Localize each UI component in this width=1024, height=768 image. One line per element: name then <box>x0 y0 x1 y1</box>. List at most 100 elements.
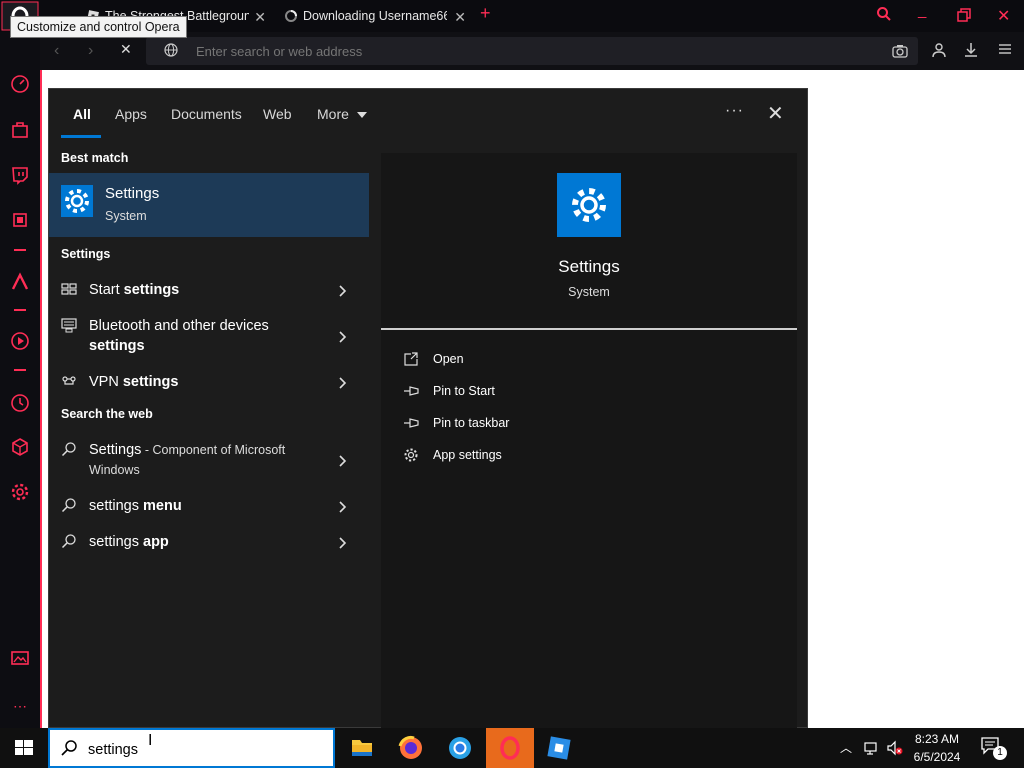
preview-divider <box>381 328 797 330</box>
twitch-icon[interactable] <box>10 165 30 185</box>
active-tab-indicator <box>61 135 101 138</box>
profile-icon[interactable] <box>932 42 946 58</box>
taskbar-opera-gx[interactable] <box>486 728 534 768</box>
action-open[interactable]: Open <box>403 349 703 369</box>
taskbar-roblox-studio[interactable] <box>535 728 583 768</box>
chevron-right-icon[interactable] <box>337 285 349 297</box>
new-tab-button[interactable]: + <box>480 4 491 22</box>
list-item-vpn-settings[interactable]: VPN settings <box>49 373 369 393</box>
caret-down-icon <box>356 112 367 118</box>
speed-dial-icon[interactable] <box>10 74 30 94</box>
tab-apps[interactable]: Apps <box>115 106 147 122</box>
open-icon <box>404 352 418 366</box>
history-icon[interactable] <box>10 393 30 413</box>
action-label: App settings <box>433 448 502 462</box>
taskbar-search-box[interactable]: I <box>48 728 335 768</box>
action-label: Open <box>433 352 464 366</box>
close-search-button[interactable]: ✕ <box>767 101 784 126</box>
windows-search-panel: All Apps Documents Web More ··· ✕ Best m… <box>48 88 808 729</box>
list-item-settings-app[interactable]: settings app <box>49 533 369 553</box>
camera-icon[interactable] <box>892 44 908 58</box>
best-match-name: Settings <box>105 185 160 202</box>
search-icon <box>61 498 76 513</box>
search-icon <box>61 442 76 457</box>
volume-muted-icon[interactable] <box>886 740 904 756</box>
list-item-label: VPN settings <box>89 374 179 390</box>
chevron-right-icon[interactable] <box>337 331 349 343</box>
result-preview-pane: Settings System Open Pin to Start Pin to… <box>381 153 797 729</box>
roblox-studio-icon <box>547 736 571 760</box>
settings-gear-icon[interactable] <box>10 482 30 502</box>
settings-section-header: Settings <box>61 247 111 261</box>
briefcase-icon[interactable] <box>10 120 30 140</box>
show-hidden-icons-button[interactable]: ︿ <box>840 739 852 756</box>
network-icon[interactable] <box>864 740 880 756</box>
address-bar[interactable] <box>146 37 918 65</box>
restore-button[interactable] <box>957 8 971 22</box>
tab-all[interactable]: All <box>73 106 91 122</box>
clock-time[interactable]: 8:23 AM <box>904 732 970 746</box>
action-pin-to-start[interactable]: Pin to Start <box>403 381 703 401</box>
list-item-web-settings[interactable]: Settings - Component of Microsoft Windows <box>49 441 369 481</box>
minimize-button[interactable]: _ <box>918 2 926 19</box>
pin-icon <box>404 386 419 396</box>
tab-close-icon[interactable]: ✕ <box>454 9 466 26</box>
taskbar-file-explorer[interactable] <box>338 728 386 768</box>
aria-icon[interactable] <box>10 272 30 292</box>
tab-downloading[interactable]: Downloading Username666 ✕ <box>284 4 466 28</box>
close-window-button[interactable]: ✕ <box>997 6 1010 26</box>
list-item-bluetooth-settings[interactable]: Bluetooth and other devices settings <box>49 317 369 357</box>
windows-logo-icon <box>15 740 33 755</box>
opera-sidebar: ⋯ <box>0 32 40 728</box>
start-button[interactable] <box>0 728 48 768</box>
search-filter-tabs: All Apps Documents Web More ··· ✕ <box>49 89 807 141</box>
best-match-result[interactable]: Settings System <box>49 173 369 237</box>
firefox-icon <box>398 735 422 759</box>
gx-control-icon[interactable] <box>10 210 30 230</box>
list-item-label: settings app <box>89 534 169 550</box>
file-explorer-icon <box>352 740 372 756</box>
chevron-right-icon[interactable] <box>337 455 349 467</box>
preview-app-type: System <box>568 285 610 299</box>
tab-close-icon[interactable]: ✕ <box>254 9 266 26</box>
action-pin-to-taskbar[interactable]: Pin to taskbar <box>403 413 703 433</box>
tab-documents[interactable]: Documents <box>171 106 242 122</box>
best-match-header: Best match <box>61 151 129 165</box>
tab-more-label: More <box>317 106 349 122</box>
action-label: Pin to taskbar <box>433 416 510 430</box>
forward-button[interactable]: › <box>88 42 93 60</box>
chevron-right-icon[interactable] <box>337 501 349 513</box>
text-cursor-icon: I <box>148 732 153 749</box>
start-settings-icon <box>61 283 77 295</box>
clock-date[interactable]: 6/5/2024 <box>904 750 970 764</box>
chevron-right-icon[interactable] <box>337 537 349 549</box>
taskbar-firefox[interactable] <box>387 728 435 768</box>
opera-gx-icon <box>500 736 520 760</box>
sidebar-separator <box>14 249 26 251</box>
action-center-button[interactable]: 1 <box>980 736 1010 760</box>
list-item-start-settings[interactable]: Start settings <box>49 281 369 301</box>
pin-icon <box>404 418 419 428</box>
back-button[interactable]: ‹ <box>54 42 59 60</box>
address-input[interactable] <box>196 41 796 61</box>
search-tabs-icon[interactable] <box>876 6 892 22</box>
tab-more[interactable]: More <box>317 106 367 122</box>
more-options-button[interactable]: ··· <box>725 102 744 120</box>
extensions-icon[interactable] <box>10 437 30 457</box>
list-item-settings-menu[interactable]: settings menu <box>49 497 369 517</box>
wallpaper-icon[interactable] <box>10 648 30 668</box>
search-icon <box>61 534 76 549</box>
easy-setup-icon[interactable] <box>998 42 1012 56</box>
chevron-right-icon[interactable] <box>337 377 349 389</box>
stop-loading-button[interactable]: ✕ <box>120 41 132 58</box>
tab-web[interactable]: Web <box>263 106 292 122</box>
list-item-label: Settings - Component of Microsoft Windows <box>89 442 286 477</box>
taskbar-chrome[interactable] <box>436 728 484 768</box>
action-app-settings[interactable]: App settings <box>403 445 703 465</box>
settings-app-tile <box>61 185 93 217</box>
sidebar-separator <box>14 309 26 311</box>
search-input[interactable] <box>88 740 318 760</box>
download-icon[interactable] <box>964 42 978 58</box>
player-icon[interactable] <box>10 331 30 351</box>
more-icon[interactable]: ⋯ <box>10 696 30 716</box>
